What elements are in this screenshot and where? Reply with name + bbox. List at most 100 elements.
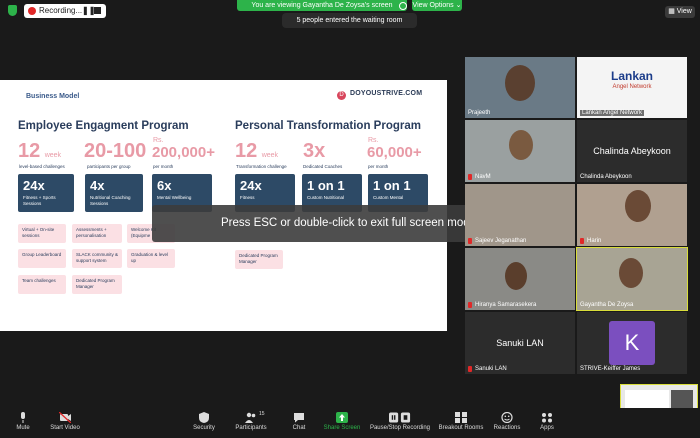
apps-button[interactable]: Apps [524, 408, 570, 431]
security-shield-icon[interactable] [8, 5, 17, 16]
video-tile-navm[interactable]: NavM [465, 120, 575, 182]
feature-tag: Team challenges [18, 275, 66, 294]
muted-mic-icon [468, 366, 472, 372]
record-dot-icon [28, 7, 36, 15]
box-label: Custom Nutritional [307, 195, 345, 200]
participant-name: Chalinda Abeykoon [580, 174, 632, 180]
participant-face [509, 130, 533, 160]
security-label: Security [193, 425, 215, 431]
stat-unit: week [261, 152, 279, 159]
feature-tag: Group Leaderboard [18, 249, 66, 268]
participant-name: Prajeeth [468, 110, 491, 116]
pause-stop-recording-button[interactable]: Pause/Stop Recording [369, 408, 431, 431]
lankan-logo-sub: Angel Network [612, 84, 652, 90]
participant-display-name: Chalinda Abeykoon [593, 146, 671, 156]
participant-display-name: Sanuki LAN [496, 338, 544, 348]
stat-participants: 20-100 [84, 140, 146, 163]
stat-label: participants per group [87, 164, 131, 169]
viewing-screen-banner: You are viewing Gayantha De Zoysa's scre… [237, 0, 407, 11]
participant-name: Hiranya Samarasekera [475, 302, 537, 308]
participant-name: NavM [475, 174, 491, 180]
box-fitness: 24x Fitness + Sports Sessions [18, 174, 74, 212]
box-label: Mental Wellbeing [157, 195, 192, 200]
avatar: K [609, 321, 655, 365]
feature-tag: Graduation & level up [127, 249, 175, 268]
video-tile-sajeev[interactable]: Sajeev Jeganathan [465, 184, 575, 246]
chat-label: Chat [292, 425, 306, 431]
apps-icon [542, 413, 552, 423]
apps-label: Apps [540, 425, 554, 431]
participant-name: Gayantha De Zoysa [580, 302, 634, 308]
waiting-room-notice[interactable]: 5 people entered the waiting room [282, 13, 417, 28]
participant-name: Sanuki LAN [475, 366, 507, 372]
slide-section-title: Business Model [26, 93, 80, 100]
stat-value: 60,000+ [367, 144, 422, 161]
muted-mic-icon [580, 238, 584, 244]
security-button[interactable]: Security [181, 408, 227, 431]
muted-mic-icon [468, 174, 472, 180]
participant-name: Sajeev Jeganathan [475, 238, 527, 244]
box-value: 4x [90, 178, 105, 193]
view-button[interactable]: ▦ View [665, 6, 695, 18]
view-options-button[interactable]: View Options ⌄ [412, 0, 462, 11]
box-value: 1 on 1 [373, 178, 411, 193]
people-icon [245, 412, 256, 423]
video-tile-prajeeth[interactable]: Prajeeth [465, 57, 575, 118]
brand-text: DOYOUSTRIVE.COM [350, 90, 423, 97]
employee-program-title: Employee Engagment Program [18, 120, 189, 132]
share-screen-label: Share Screen [323, 425, 361, 431]
microphone-icon [21, 412, 25, 423]
stat-value: 12 [18, 140, 41, 162]
stat-label: per month [368, 164, 389, 169]
video-off-icon [59, 412, 71, 423]
stat-unit: Rs. [368, 137, 379, 144]
recording-indicator: Recording... ❚❚ [24, 4, 106, 18]
video-tile-sanuki[interactable]: Sanuki LAN Sanuki LAN [465, 312, 575, 374]
chat-icon [294, 413, 304, 423]
pause-stop-icon [389, 412, 411, 423]
video-tile-gayantha-active-speaker[interactable]: Gayantha De Zoysa [576, 247, 688, 311]
video-tile-lankan-angel[interactable]: Lankan Angel Network Lankan Angel Networ… [577, 57, 687, 118]
participants-label: Participants [235, 425, 267, 431]
meeting-toolbar: Mute Start Video Security Participants 1… [0, 408, 700, 438]
feature-tag: Dedicated Program Manager [235, 250, 283, 269]
stop-recording-icon[interactable] [94, 7, 101, 14]
stat-label: per month [153, 164, 174, 169]
stat-label: Dedicated Coaches [303, 164, 343, 169]
pause-stop-label: Pause/Stop Recording [369, 425, 431, 431]
muted-mic-icon [468, 302, 472, 308]
video-tile-hiranya[interactable]: Hiranya Samarasekera [465, 248, 575, 310]
video-tile-chalinda[interactable]: Chalinda Abeykoon Chalinda Abeykoon [577, 120, 687, 182]
feature-tag: SLACK community & support system [72, 249, 122, 268]
start-video-button[interactable]: Start Video [42, 408, 88, 431]
reactions-label: Reactions [493, 425, 521, 431]
participant-face [619, 258, 643, 288]
box-nutrition: 4x Nutritional Coaching Sessions [85, 174, 143, 212]
participants-button[interactable]: Participants [228, 408, 274, 431]
stat-weeks: 12 week [18, 140, 61, 163]
recording-label: Recording... [39, 6, 83, 15]
share-arrow-icon [336, 412, 348, 423]
stat-value: 3x [303, 140, 326, 162]
box-label: Fitness + Sports Sessions [23, 195, 56, 206]
participants-count: 15 [259, 411, 265, 417]
participant-face [505, 262, 527, 290]
video-tile-harin[interactable]: Harin [577, 184, 687, 246]
chat-button[interactable]: Chat [276, 408, 322, 431]
feature-tag: Dedicated Program Manager [72, 275, 122, 294]
box-value: 24x [23, 178, 45, 193]
box-label: Fitness [240, 195, 255, 200]
breakout-rooms-button[interactable]: Breakout Rooms [437, 408, 485, 431]
stat-label: level-based challenges [19, 164, 65, 169]
status-dot-icon [399, 2, 407, 10]
stat-value: 12 [235, 140, 258, 162]
box-label: Custom Mental [373, 195, 404, 200]
box-value: 6x [157, 178, 172, 193]
mute-button[interactable]: Mute [0, 408, 46, 431]
share-screen-button[interactable]: Share Screen [319, 408, 365, 431]
participant-name: STRIVE-Keiffer James [580, 366, 641, 372]
smiley-icon [501, 412, 513, 423]
video-tile-keiffer[interactable]: K STRIVE-Keiffer James [577, 312, 687, 374]
view-options-label: View Options [412, 2, 454, 9]
participant-name: Harin [587, 238, 602, 244]
